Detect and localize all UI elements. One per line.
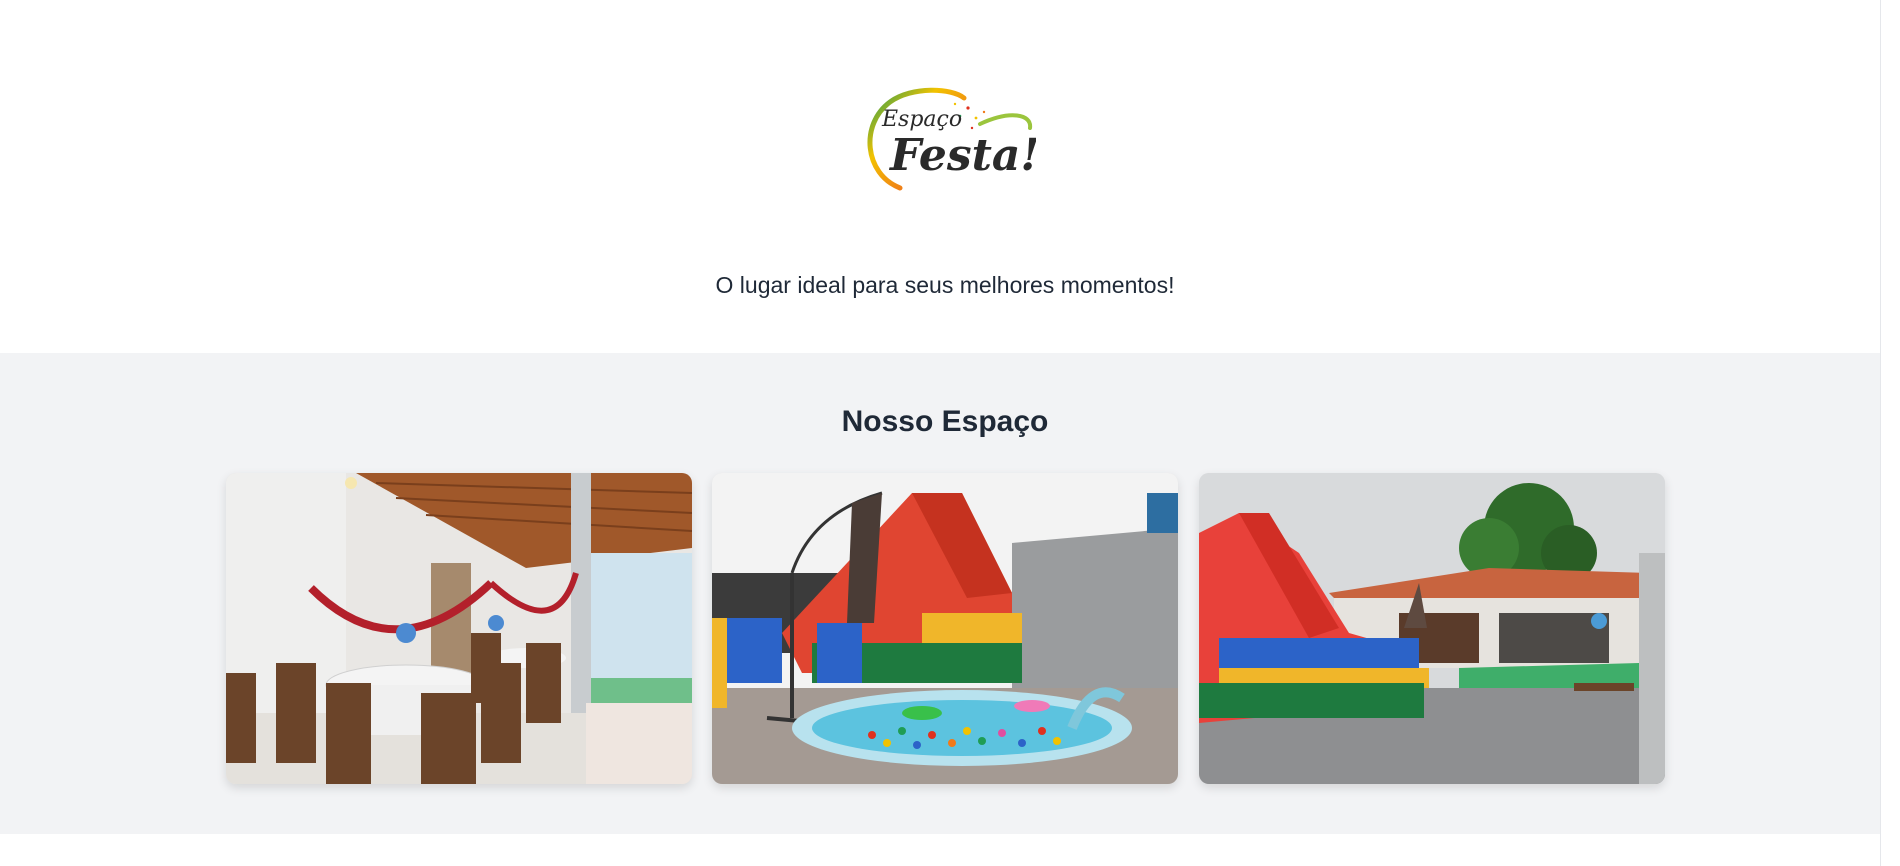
hero-section: Espaço Festa! O lugar ideal para seus me… (0, 0, 1880, 353)
inflatable-slide-outdoor-patio-photo-icon (1199, 473, 1665, 784)
gallery-cards (226, 473, 1666, 784)
espaco-festa-logo[interactable]: Espaço Festa! (860, 84, 1036, 198)
page-bottom-strip (0, 834, 1880, 866)
inflatable-slide-and-ball-pool-photo-icon (712, 473, 1178, 784)
gallery-photo-card[interactable] (1199, 473, 1665, 784)
logo-line2: Festa! (888, 130, 1036, 181)
gallery-photo-card[interactable] (712, 473, 1178, 784)
vertical-scrollbar[interactable] (1880, 0, 1900, 866)
logo-line1: Espaço (881, 107, 962, 132)
gallery-title: Nosso Espaço (841, 405, 1049, 438)
gallery-photo-card[interactable] (226, 473, 692, 784)
hero-tagline: O lugar ideal para seus melhores momento… (715, 272, 1175, 298)
page-viewport: Espaço Festa! O lugar ideal para seus me… (0, 0, 1900, 866)
indoor-dining-hall-photo-icon (226, 473, 692, 784)
scrollbar-thumb[interactable] (1883, 0, 1897, 866)
gallery-section: Nosso Espaço (0, 353, 1880, 834)
